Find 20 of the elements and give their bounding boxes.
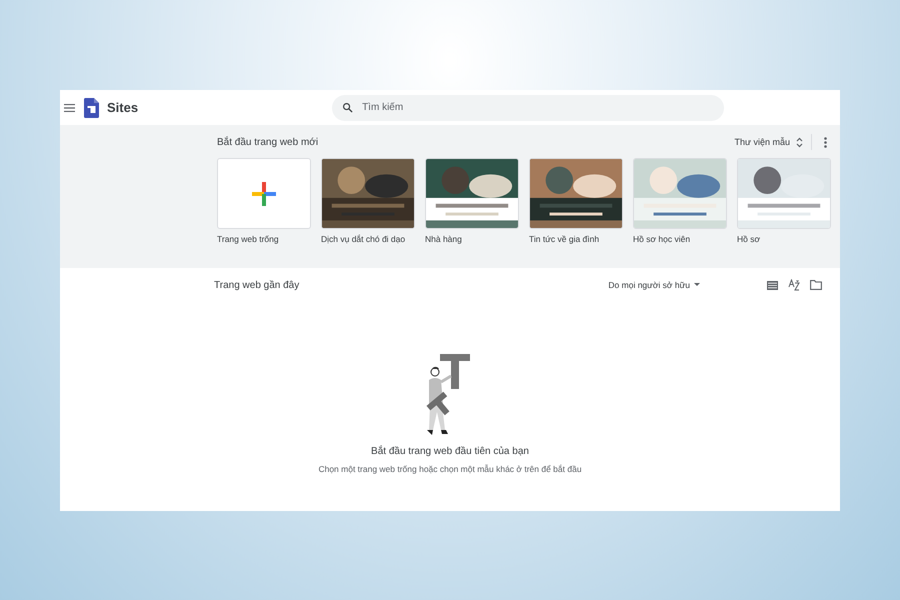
template-label: Nhà hàng — [425, 234, 463, 244]
section-title: Bắt đầu trang web mới — [217, 136, 320, 148]
template-library-button[interactable]: Thư viện mẫu — [734, 134, 812, 150]
search-field[interactable]: Tìm kiếm — [332, 94, 724, 120]
template-label: Trang web trống — [217, 234, 280, 244]
dropdown-arrow-icon — [694, 283, 700, 287]
template-label: Tin tức về gia đình — [529, 234, 600, 244]
app-name: Sites — [107, 100, 138, 115]
empty-state-title: Bắt đầu trang web đầu tiên của bạn — [371, 446, 529, 457]
section-title: Trang web gần đây — [214, 280, 300, 290]
sites-logo-icon — [84, 98, 99, 118]
template-label: Hồ sơ — [737, 234, 762, 244]
blank-template-thumbnail[interactable] — [217, 158, 311, 229]
owner-filter-dropdown[interactable]: Do mọi người sở hữu — [608, 280, 700, 290]
search-icon — [342, 102, 354, 112]
template-label: Hồ sơ học viên — [633, 234, 692, 244]
template-label: Dịch vụ dắt chó đi dạo — [321, 234, 406, 244]
plus-icon — [252, 182, 276, 206]
sort-arrows-icon — [796, 136, 803, 148]
empty-state-hint: Chọn một trang web trống hoặc chọn một mẫu khác ở trên để bắt đầu — [318, 464, 582, 474]
